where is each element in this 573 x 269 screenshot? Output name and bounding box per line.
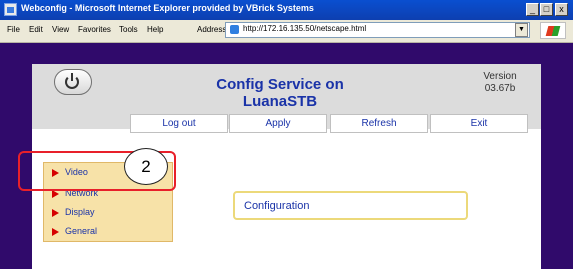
apply-button[interactable]: Apply — [229, 114, 327, 133]
window-title: Webconfig - Microsoft Internet Explorer … — [21, 3, 314, 13]
minimize-button[interactable]: _ — [526, 3, 539, 16]
page-title: Config Service on LuanaSTB — [180, 76, 380, 110]
sidebar-item-display[interactable]: Display — [52, 207, 95, 217]
ie-window-icon — [4, 3, 17, 16]
exit-button[interactable]: Exit — [430, 114, 528, 133]
logout-button[interactable]: Log out — [130, 114, 228, 133]
menu-view[interactable]: View — [52, 25, 69, 34]
close-button[interactable]: x — [555, 3, 568, 16]
menu-edit[interactable]: Edit — [29, 25, 43, 34]
refresh-button[interactable]: Refresh — [330, 114, 428, 133]
sidebar-item-label: Display — [65, 207, 95, 217]
menu-help[interactable]: Help — [147, 25, 163, 34]
power-icon-line — [71, 73, 73, 81]
page-title-line2: LuanaSTB — [242, 93, 318, 110]
version-label: Version — [483, 71, 517, 82]
menu-tools[interactable]: Tools — [119, 25, 138, 34]
maximize-button[interactable]: □ — [540, 3, 553, 16]
windows-logo-icon — [540, 22, 566, 39]
page-title-line1: Config Service on — [216, 76, 344, 93]
arrow-right-icon — [52, 227, 59, 236]
version-value: 03.67b — [484, 83, 516, 94]
step-callout: 2 — [124, 148, 168, 185]
menu-file[interactable]: File — [7, 25, 20, 34]
arrow-right-icon — [52, 208, 59, 217]
sidebar-item-label: General — [65, 226, 98, 236]
menu-favorites[interactable]: Favorites — [78, 25, 111, 34]
version-info: Version 03.67b — [460, 71, 540, 95]
address-url[interactable]: http://172.16.135.50/netscape.html — [243, 24, 366, 33]
address-dropdown-button[interactable]: ▼ — [515, 23, 528, 37]
sidebar-item-general[interactable]: General — [52, 226, 97, 236]
address-label: Address — [197, 25, 227, 34]
configuration-box: Configuration — [233, 191, 468, 220]
page-icon — [230, 25, 239, 34]
